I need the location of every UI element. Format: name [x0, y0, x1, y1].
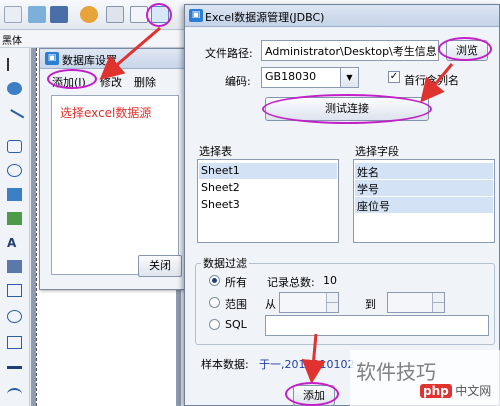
sql-input[interactable]: [265, 315, 489, 336]
encoding-label: 编码:: [225, 75, 251, 88]
print-icon[interactable]: [106, 6, 124, 23]
sample-data-label: 样本数据:: [201, 358, 249, 371]
field-list[interactable]: 姓名 学号 座位号: [353, 159, 495, 243]
table-list-item[interactable]: Sheet3: [199, 197, 337, 213]
sample-data-value: 于一,2019010102: [259, 358, 355, 371]
excel-window-titlebar: ▣ Excel数据源管理(JDBC): [185, 5, 499, 27]
app-logo-icon: ▣: [189, 9, 203, 22]
ellipse-tool-icon[interactable]: [7, 164, 22, 177]
encoding-select[interactable]: GB18030 ▼: [261, 67, 359, 88]
range-to-label: 到: [365, 298, 376, 311]
filter-all-label: 所有: [225, 276, 247, 289]
table-list-item[interactable]: Sheet2: [199, 180, 337, 196]
field-list-item[interactable]: 姓名: [355, 163, 493, 179]
text-tool-icon[interactable]: [7, 82, 22, 95]
record-total-value: 10: [323, 274, 337, 287]
image-tool-icon[interactable]: [7, 212, 22, 225]
header-row-label: 首行含列名: [404, 74, 459, 87]
excel-window-title: Excel数据源管理(JDBC): [205, 11, 325, 24]
select-field-label: 选择字段: [355, 145, 399, 158]
arc-tool-icon[interactable]: [7, 388, 22, 401]
new-file-icon[interactable]: [4, 6, 22, 23]
db-window-titlebar: ▣ 数据库设置: [40, 49, 186, 69]
data-filter-legend: 数据过滤: [201, 255, 249, 271]
watermark-text: 软件技巧: [356, 360, 436, 384]
range-from-label: 从: [265, 298, 276, 311]
datasource-list[interactable]: 选择excel数据源: [51, 95, 179, 275]
table-tool-icon[interactable]: [7, 284, 22, 297]
field-list-item[interactable]: 座位号: [355, 197, 493, 213]
open-folder-icon[interactable]: [28, 6, 46, 23]
list-tool-icon[interactable]: [7, 260, 22, 273]
field-list-item[interactable]: 学号: [355, 180, 493, 196]
filter-range-radio[interactable]: [209, 297, 220, 308]
barcode-tool-icon[interactable]: [7, 188, 22, 201]
file-path-input[interactable]: Administrator\Desktop\考生信息.xls: [261, 40, 439, 61]
annotation-oval-add: [47, 69, 97, 89]
select-table-label: 选择表: [199, 145, 232, 158]
frame-tool-icon[interactable]: [7, 336, 22, 349]
left-toolbar: A: [0, 48, 30, 406]
filter-all-radio[interactable]: [209, 275, 220, 286]
file-path-label: 文件路径:: [205, 47, 253, 60]
php-logo-text: php: [420, 384, 452, 398]
font-label: 黑体: [2, 36, 22, 47]
annotation-oval-test: [262, 94, 432, 124]
circle-tool-icon[interactable]: [7, 310, 22, 323]
table-list-item[interactable]: Sheet1: [199, 163, 337, 179]
line-tool-icon[interactable]: [4, 109, 25, 128]
header-row-checkbox[interactable]: ✓: [388, 71, 400, 83]
encoding-value: GB18030: [265, 70, 317, 83]
letter-a-icon[interactable]: A: [7, 236, 22, 250]
range-to-input[interactable]: [387, 292, 445, 313]
annotation-oval-database: [146, 3, 172, 27]
filter-sql-label: SQL: [225, 318, 247, 331]
annotation-oval-browse: [438, 37, 492, 61]
record-total-label: 记录总数:: [267, 276, 315, 289]
save-icon[interactable]: [50, 6, 68, 23]
filter-range-label: 范围: [225, 298, 247, 311]
pointer-icon[interactable]: [7, 58, 22, 71]
db-delete-menu[interactable]: 删除: [134, 74, 156, 90]
table-list[interactable]: Sheet1 Sheet2 Sheet3: [197, 159, 339, 243]
rect-tool-icon[interactable]: [7, 140, 22, 153]
filter-sql-radio[interactable]: [209, 319, 220, 330]
chevron-down-icon[interactable]: ▼: [340, 68, 358, 87]
app-logo-icon: ▣: [45, 52, 59, 65]
font-selector[interactable]: 黑体: [0, 30, 190, 48]
db-window-title: 数据库设置: [62, 54, 117, 67]
range-to-spinner[interactable]: [432, 293, 444, 312]
php-logo: php 中文网: [420, 382, 500, 406]
bar-tool-icon[interactable]: [7, 366, 22, 369]
excel-datasource-window: ▣ Excel数据源管理(JDBC) 文件路径: Administrator\D…: [184, 4, 500, 406]
range-from-input[interactable]: [279, 292, 339, 313]
settings-icon[interactable]: [80, 6, 98, 23]
datasource-list-item[interactable]: 选择excel数据源: [60, 104, 151, 121]
db-close-button[interactable]: 关闭: [138, 255, 182, 277]
annotation-oval-add-button: [285, 382, 339, 406]
php-logo-suffix: 中文网: [455, 384, 492, 398]
db-modify-menu[interactable]: 修改: [100, 74, 122, 90]
range-from-spinner[interactable]: [326, 293, 338, 312]
